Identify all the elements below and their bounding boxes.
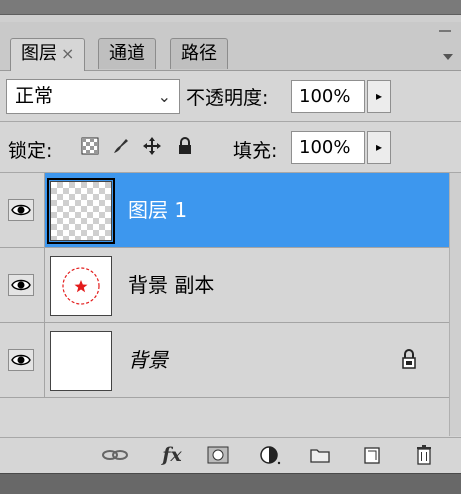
layer-thumbnail (50, 331, 112, 391)
tab-close-icon[interactable]: × (61, 44, 74, 63)
trash-icon[interactable] (412, 444, 436, 466)
layer-thumbnail (50, 256, 112, 316)
tab-paths[interactable]: 路径 (170, 38, 228, 69)
fill-label: 填充: (233, 140, 278, 162)
layer-mask-icon[interactable] (206, 444, 230, 466)
tab-label: 图层 (21, 43, 57, 64)
tab-layers[interactable]: 图层 × (10, 38, 86, 71)
visibility-cell (0, 323, 45, 397)
blend-mode-value: 正常 (15, 85, 54, 107)
lock-transparent-pixels-icon[interactable] (80, 136, 100, 156)
tab-channels[interactable]: 通道 (98, 38, 156, 69)
eye-icon[interactable] (8, 274, 34, 296)
opacity-slider-button[interactable]: ▸ (367, 80, 391, 113)
window-bottom-strip (0, 473, 461, 494)
layers-scrollbar[interactable] (449, 173, 461, 436)
fill-input[interactable]: 100% (291, 131, 365, 164)
tab-label: 通道 (109, 43, 145, 64)
link-icon[interactable] (100, 444, 130, 466)
adjustment-layer-icon[interactable] (258, 444, 282, 466)
lock-position-move-icon[interactable] (142, 136, 162, 156)
red-circle-star-icon (62, 267, 100, 305)
blend-mode-select[interactable]: 正常 ⌄ (6, 79, 180, 114)
visibility-cell (0, 248, 45, 322)
fx-icon[interactable]: fx (154, 444, 190, 466)
opacity-input[interactable]: 100% (291, 80, 365, 113)
fill-slider-button[interactable]: ▸ (367, 131, 391, 164)
layer-row[interactable]: 背景 (0, 323, 449, 398)
lock-all-icon[interactable] (175, 136, 195, 156)
layer-thumbnail (47, 178, 115, 244)
lock-image-pixels-brush-icon[interactable] (110, 136, 130, 156)
blend-opacity-row: 正常 ⌄ 不透明度: 100% ▸ (0, 71, 461, 122)
chevron-down-icon: ⌄ (157, 87, 171, 106)
layer-name[interactable]: 背景 (128, 323, 168, 397)
layer-row[interactable]: 图层 1 (0, 173, 449, 248)
layer-name[interactable]: 图层 1 (128, 173, 187, 247)
eye-icon[interactable] (8, 199, 34, 221)
window-top-strip (0, 0, 461, 23)
layers-footer-toolbar: fx (0, 437, 461, 474)
layer-lock-icon (400, 347, 418, 371)
tab-label: 路径 (181, 43, 217, 64)
visibility-cell (0, 173, 45, 247)
opacity-label: 不透明度: (186, 87, 269, 109)
lock-label: 锁定: (8, 140, 53, 162)
eye-icon[interactable] (8, 349, 34, 371)
new-layer-icon[interactable] (360, 444, 384, 466)
layer-name[interactable]: 背景 副本 (128, 248, 214, 322)
group-folder-icon[interactable] (308, 444, 332, 466)
lock-fill-row: 锁定: 填充: 100% ▸ (0, 122, 461, 173)
panel-tab-bar: 图层 × 通道 路径 (0, 22, 461, 71)
layer-row[interactable]: 背景 副本 (0, 248, 449, 323)
layers-list: 图层 1 背景 副本 背景 (0, 173, 449, 436)
